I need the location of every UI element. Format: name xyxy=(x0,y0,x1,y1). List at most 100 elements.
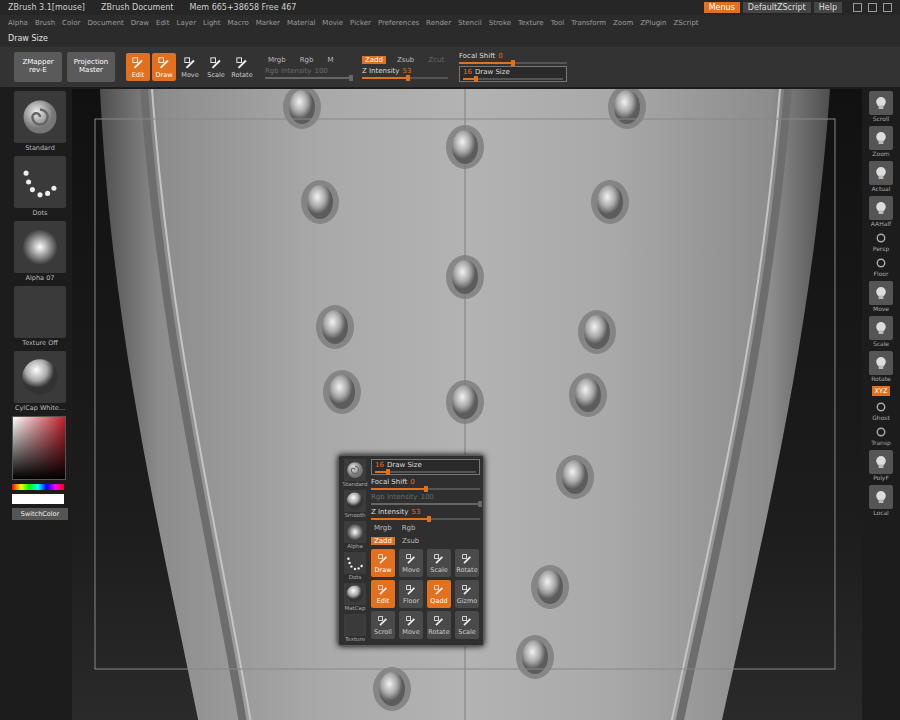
slider[interactable]: 16Draw Size xyxy=(459,66,567,82)
palette-item[interactable]: Texture xyxy=(342,614,368,642)
shelf-item[interactable]: Ghost xyxy=(872,400,890,421)
shelf-item[interactable]: Persp xyxy=(873,231,890,252)
mode-button[interactable]: Rotate xyxy=(230,53,254,81)
palette-item[interactable]: Alpha xyxy=(342,521,368,549)
slider-knob[interactable] xyxy=(424,486,428,492)
slider-knob[interactable] xyxy=(427,516,431,522)
palette-thumb[interactable] xyxy=(344,459,366,481)
shelf-button[interactable] xyxy=(869,126,893,150)
color-picker[interactable] xyxy=(12,416,66,480)
toggle-button[interactable]: Rgb xyxy=(297,56,317,64)
menu-item[interactable]: Macro xyxy=(228,19,249,27)
palette-thumb[interactable] xyxy=(344,521,366,543)
menu-item[interactable]: Color xyxy=(62,19,80,27)
slider-knob[interactable] xyxy=(406,75,410,81)
slider[interactable]: Z Intensity53 xyxy=(371,508,480,520)
slider[interactable]: Focal Shift0 xyxy=(459,52,567,64)
toggle-button[interactable]: Mrgb xyxy=(371,524,395,532)
shelf-item[interactable]: XYZ xyxy=(872,386,891,396)
title-button[interactable]: DefaultZScript xyxy=(743,2,811,13)
menu-item[interactable]: Alpha xyxy=(8,19,28,27)
shelf-button[interactable] xyxy=(869,316,893,340)
toggle-button[interactable]: Zadd xyxy=(362,56,386,64)
color-swatch[interactable] xyxy=(12,494,64,504)
toggle-button[interactable]: Zsub xyxy=(394,56,417,64)
shelf-item[interactable]: Transp xyxy=(871,425,891,446)
menu-item[interactable]: Texture xyxy=(518,19,544,27)
palette-item[interactable]: Smooth xyxy=(342,490,368,518)
menu-item[interactable]: ZPlugin xyxy=(640,19,666,27)
toggle-button[interactable]: Rgb xyxy=(399,524,419,532)
shelf-item[interactable]: Scroll xyxy=(869,91,893,122)
palette-thumb[interactable] xyxy=(344,552,366,574)
palette-item[interactable]: Dots xyxy=(342,552,368,580)
palette-button[interactable]: Draw xyxy=(371,549,395,577)
slider-knob[interactable] xyxy=(386,469,390,475)
hue-strip[interactable] xyxy=(12,484,64,490)
palette-button[interactable]: Rotate xyxy=(455,549,479,577)
shelf-item[interactable]: Move xyxy=(869,281,893,312)
tray-thumb[interactable] xyxy=(14,221,66,273)
menu-item[interactable]: Picker xyxy=(350,19,371,27)
menu-item[interactable]: Light xyxy=(203,19,220,27)
menu-item[interactable]: Material xyxy=(287,19,315,27)
palette-thumb[interactable] xyxy=(344,490,366,512)
plugin-button[interactable]: Projection Master xyxy=(67,52,115,82)
shelf-item[interactable]: Local xyxy=(869,485,893,516)
slider-track[interactable] xyxy=(371,503,480,505)
menu-item[interactable]: Edit xyxy=(156,19,170,27)
shelf-button[interactable] xyxy=(869,91,893,115)
slider-knob[interactable] xyxy=(511,60,515,66)
toggle-button[interactable]: Mrgb xyxy=(265,56,289,64)
minimize-icon[interactable] xyxy=(853,3,862,12)
palette-item[interactable]: Standard xyxy=(342,459,368,487)
menu-item[interactable]: Marker xyxy=(256,19,280,27)
tray-thumb[interactable] xyxy=(14,286,66,338)
shelf-item[interactable]: Rotate xyxy=(869,351,893,382)
palette-thumb[interactable] xyxy=(344,583,366,605)
shelf-button[interactable] xyxy=(869,351,893,375)
palette-button[interactable]: Move xyxy=(399,549,423,577)
shelf-button[interactable] xyxy=(869,161,893,185)
mode-button[interactable]: Edit xyxy=(126,53,150,81)
palette-button[interactable]: Move xyxy=(399,611,423,639)
menu-item[interactable]: Document xyxy=(87,19,123,27)
menu-item[interactable]: Zoom xyxy=(613,19,633,27)
tray-item[interactable]: Texture Off xyxy=(12,286,68,347)
menu-item[interactable]: ZScript xyxy=(674,19,699,27)
slider-knob[interactable] xyxy=(478,501,482,507)
tray-thumb[interactable] xyxy=(14,351,66,403)
title-button[interactable]: Menus xyxy=(704,2,740,13)
tray-item[interactable]: Alpha 07 xyxy=(12,221,68,282)
toggle-button[interactable]: Zsub xyxy=(399,537,422,545)
palette-button[interactable]: Rotate xyxy=(427,611,451,639)
mode-button[interactable]: Move xyxy=(178,53,202,81)
toggle-button[interactable]: M xyxy=(324,56,336,64)
tray-item[interactable]: Standard xyxy=(12,91,68,152)
slider-knob[interactable] xyxy=(474,76,478,82)
title-button[interactable]: Help xyxy=(814,2,842,13)
close-icon[interactable] xyxy=(883,3,892,12)
slider-track[interactable] xyxy=(463,78,563,80)
tray-item[interactable]: CylCap White... xyxy=(12,351,68,412)
shelf-item[interactable]: PolyF xyxy=(869,450,893,481)
palette-button[interactable]: Floor xyxy=(399,580,423,608)
menu-item[interactable]: Draw xyxy=(131,19,149,27)
slider-track[interactable] xyxy=(375,471,476,473)
slider[interactable]: 16Draw Size xyxy=(371,459,480,475)
mode-button[interactable]: Draw xyxy=(152,53,176,81)
mode-button[interactable]: Scale xyxy=(204,53,228,81)
slider-knob[interactable] xyxy=(349,75,353,81)
shelf-item[interactable]: Zoom xyxy=(869,126,893,157)
shelf-button[interactable] xyxy=(869,196,893,220)
palette-button[interactable]: Gizmo xyxy=(455,580,479,608)
slider-track[interactable] xyxy=(371,518,480,520)
palette-button[interactable]: Edit xyxy=(371,580,395,608)
palette-thumb[interactable] xyxy=(344,614,366,636)
shelf-button[interactable] xyxy=(869,450,893,474)
menu-item[interactable]: Preferences xyxy=(378,19,419,27)
menu-item[interactable]: Transform xyxy=(571,19,606,27)
shelf-item[interactable]: Actual xyxy=(869,161,893,192)
menu-item[interactable]: Layer xyxy=(177,19,197,27)
plugin-button[interactable]: ZMapper rev-E xyxy=(14,52,62,82)
